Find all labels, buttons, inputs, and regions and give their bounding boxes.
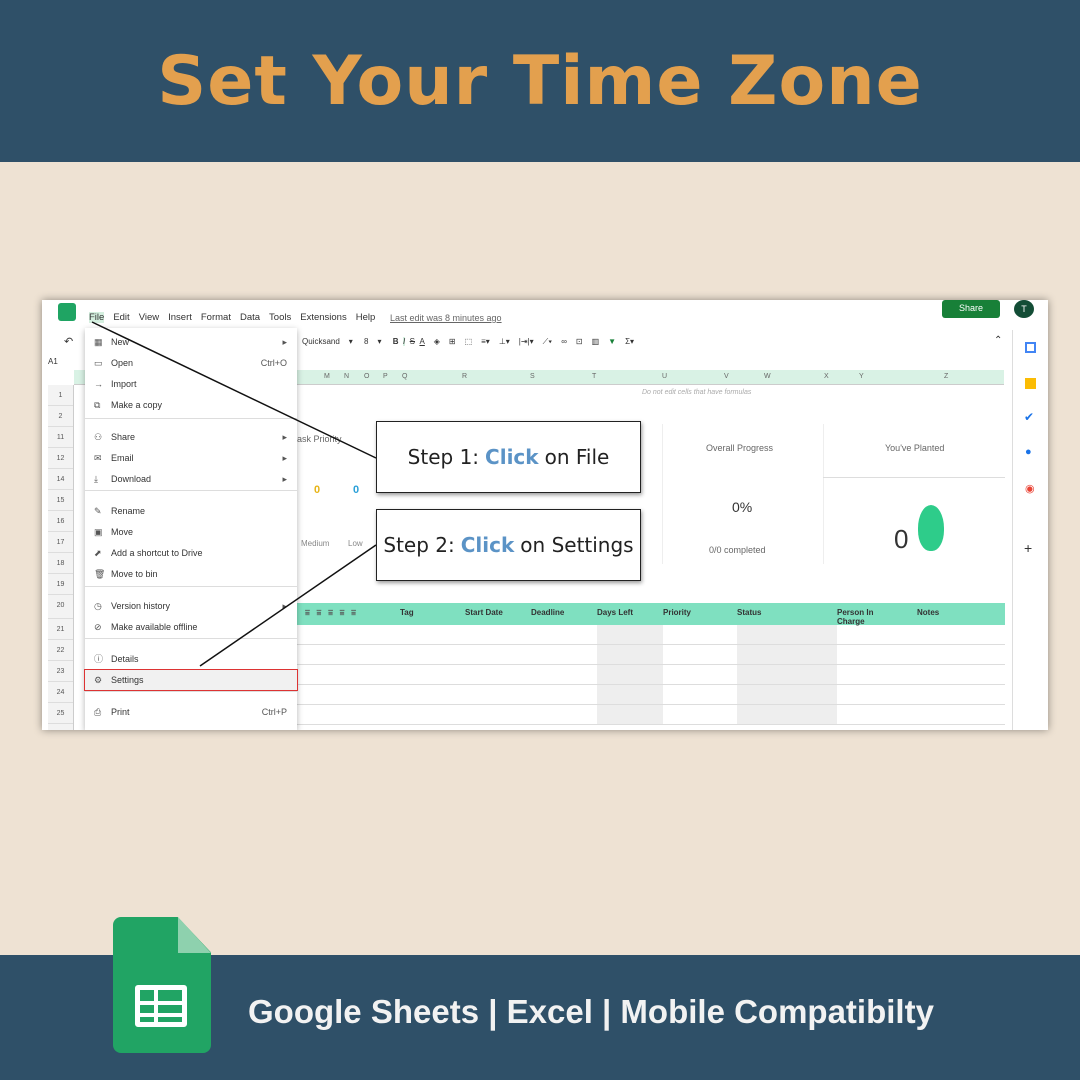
step2-callout: Step 2: Click on Settings <box>376 509 641 581</box>
step1-callout: Step 1: Click on File <box>376 421 641 493</box>
footer-text: Google Sheets | Excel | Mobile Compatibi… <box>248 993 934 1030</box>
